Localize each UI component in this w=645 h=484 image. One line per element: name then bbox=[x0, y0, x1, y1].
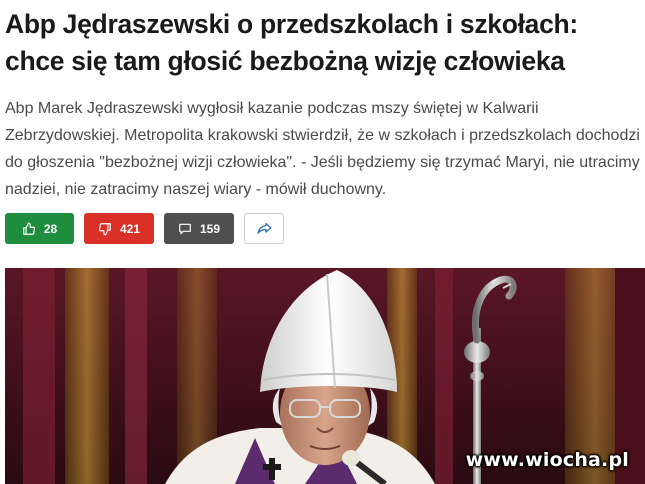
comment-count: 159 bbox=[199, 221, 221, 236]
like-button[interactable]: 28 bbox=[5, 213, 74, 244]
dislike-button[interactable]: 421 bbox=[84, 213, 154, 244]
like-count: 28 bbox=[43, 221, 58, 236]
article-title[interactable]: Abp Jędraszewski o przedszkolach i szkoł… bbox=[5, 6, 641, 80]
thumbs-down-icon bbox=[98, 222, 112, 236]
dislike-count: 421 bbox=[119, 221, 141, 236]
comment-icon bbox=[178, 222, 192, 236]
article-lead: Abp Marek Jędraszewski wygłosił kazanie … bbox=[5, 100, 640, 198]
image-watermark: www.wiocha.pl bbox=[465, 449, 629, 471]
vote-bar: 28 421 159 bbox=[5, 213, 284, 244]
article-photo[interactable]: www.wiocha.pl bbox=[5, 268, 645, 484]
share-button[interactable] bbox=[244, 213, 284, 244]
comments-button[interactable]: 159 bbox=[164, 213, 234, 244]
share-arrow-icon bbox=[256, 220, 273, 237]
thumbs-up-icon bbox=[22, 222, 36, 236]
